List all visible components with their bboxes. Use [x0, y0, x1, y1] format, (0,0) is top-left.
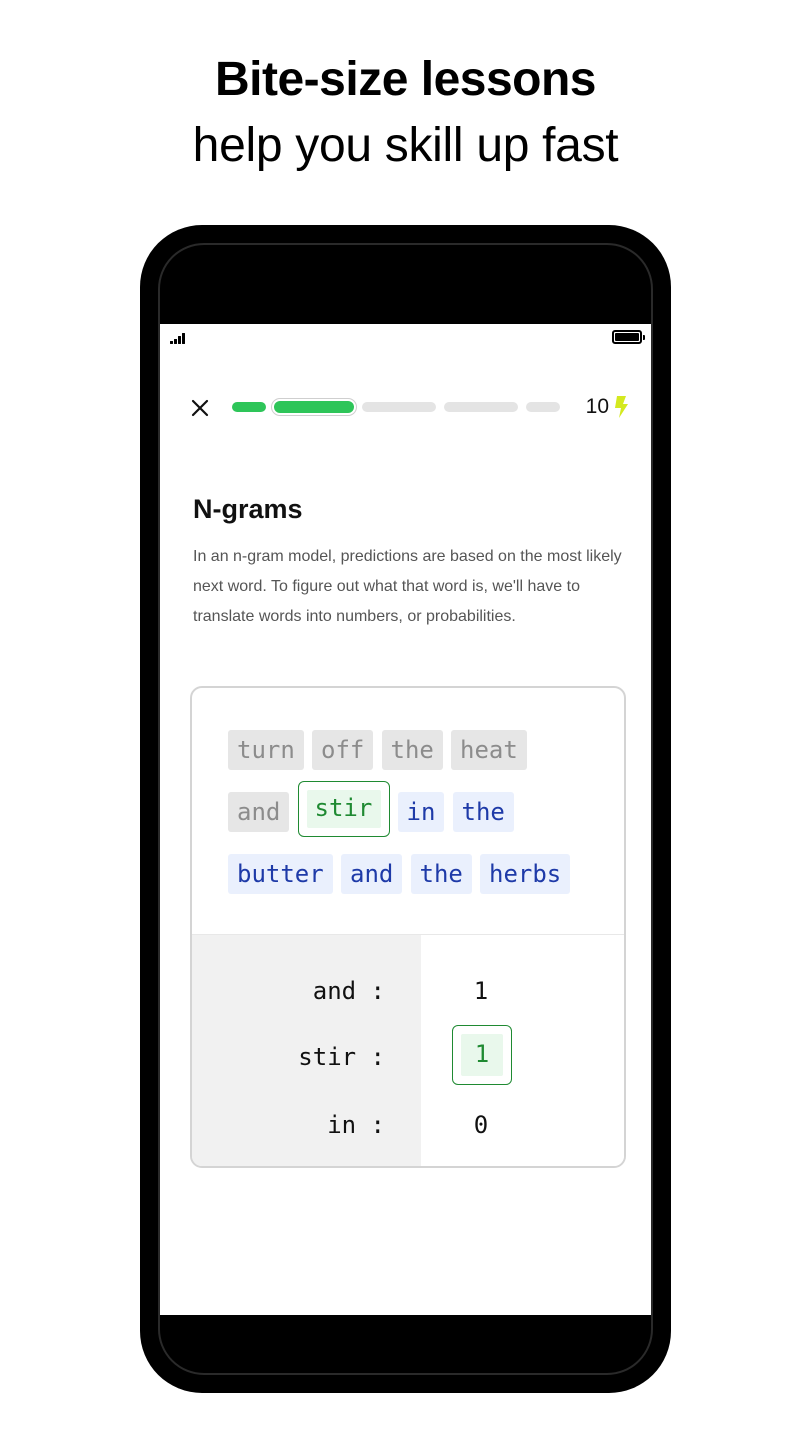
count-word: and :	[312, 977, 385, 1005]
token-past: the	[381, 730, 443, 770]
count-row-label: stir :	[192, 1037, 421, 1077]
token-past: and	[228, 792, 290, 832]
lesson-body: In an n-gram model, predictions are base…	[193, 548, 622, 625]
headline-title: Bite-size lessons	[215, 53, 596, 106]
count-labels-column: and : stir : in :	[192, 935, 421, 1166]
count-row-label: in :	[192, 1105, 421, 1145]
token-past: off	[312, 730, 374, 770]
progress-segment-remaining	[444, 402, 518, 412]
progress-segment-remaining	[362, 402, 436, 412]
battery-level	[615, 333, 639, 341]
close-icon	[191, 399, 209, 417]
count-row-label: and :	[192, 971, 421, 1011]
count-value-text: 1	[461, 1034, 503, 1076]
token-future: butter	[228, 854, 333, 894]
signal-bars-icon	[170, 332, 190, 344]
phone-screen: 10 N-grams In an n-gram model, predictio…	[160, 324, 651, 1315]
lightning-bolt-icon	[615, 396, 628, 418]
battery-full-icon	[612, 330, 645, 344]
close-button[interactable]	[188, 396, 212, 420]
count-row-value: 1	[421, 971, 624, 1011]
token-future: the	[452, 792, 514, 832]
count-table: and : stir : in : 1 1 0	[192, 934, 624, 1166]
status-bar	[160, 324, 651, 350]
token-future: in	[397, 792, 445, 832]
phone-frame: 10 N-grams In an n-gram model, predictio…	[140, 225, 671, 1393]
lesson-header: 10	[160, 392, 651, 422]
count-word: in :	[327, 1111, 385, 1139]
count-word: stir :	[298, 1043, 385, 1071]
energy-counter: 10	[586, 394, 629, 420]
energy-count: 10	[585, 395, 609, 418]
count-row-value: 1	[421, 1025, 624, 1085]
count-value: 1	[473, 977, 489, 1005]
count-values-column: 1 1 0	[421, 935, 624, 1166]
token-future: and	[341, 854, 403, 894]
token-current-text: stir	[306, 790, 381, 828]
token-current: stir	[297, 781, 390, 837]
count-value: 0	[473, 1111, 489, 1139]
ngram-card: turn off the heat and stir in the butter and the he…	[190, 686, 626, 1168]
count-value-highlighted: 1	[452, 1025, 512, 1085]
lesson-title: N-grams	[193, 494, 303, 524]
token-past: heat	[451, 730, 527, 770]
count-row-value: 0	[421, 1105, 624, 1145]
progress-segment-remaining	[526, 402, 560, 412]
token-future: herbs	[480, 854, 571, 894]
token-future: the	[410, 854, 472, 894]
lesson-progress-bar	[232, 398, 562, 416]
progress-segment-done	[232, 402, 266, 412]
progress-segment-current	[271, 398, 357, 416]
token-past: turn	[228, 730, 304, 770]
headline-subtitle: help you skill up fast	[192, 119, 619, 172]
